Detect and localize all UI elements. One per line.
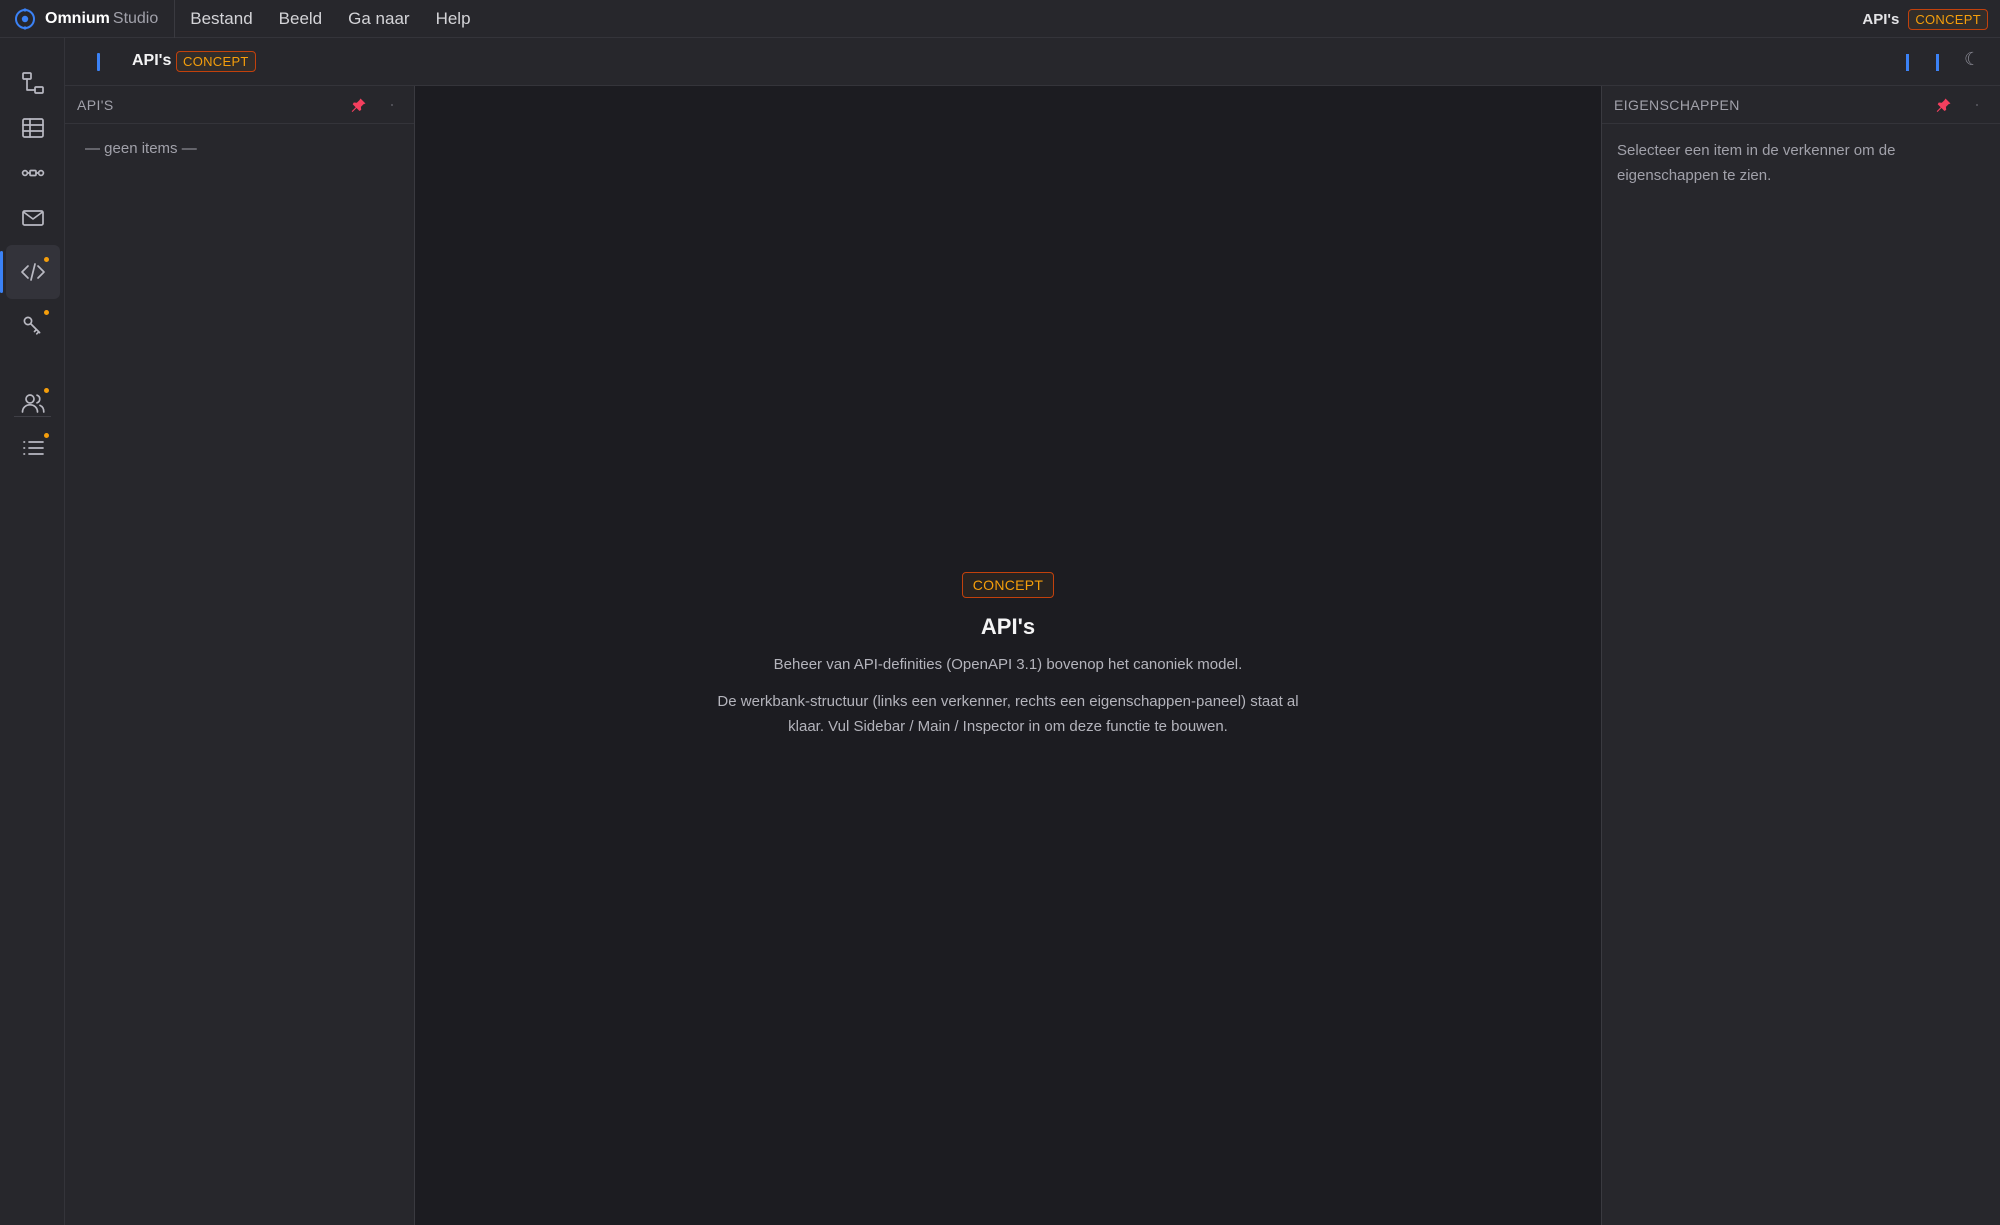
inspector-header: EIGENSCHAPPEN xyxy=(1602,86,2000,124)
unsaved-dot xyxy=(44,388,49,393)
list-icon xyxy=(23,441,44,455)
main-description: Beheer van API-definities (OpenAPI 3.1) … xyxy=(773,656,1243,673)
flow-icon xyxy=(21,169,45,177)
brand-name: Omnium xyxy=(45,9,110,27)
inspector-title: EIGENSCHAPPEN xyxy=(1614,97,1740,113)
menubar-status: API's CONCEPT xyxy=(1862,0,1988,38)
menu-beeld[interactable]: Beeld xyxy=(266,0,335,38)
activity-apis[interactable] xyxy=(0,245,60,299)
menu-bar: Omnium Studio Bestand Beeld Ga naar Help… xyxy=(0,0,2000,38)
panel-menu-dot[interactable] xyxy=(1976,104,1978,106)
main-note: De werkbank-structuur (links een verkenn… xyxy=(717,693,1299,735)
toggle-sidebar-handle[interactable] xyxy=(97,53,100,71)
inspector-panel: EIGENSCHAPPEN Selecteer een item in de v… xyxy=(1601,86,2000,1225)
menu-help[interactable]: Help xyxy=(423,0,484,38)
key-icon xyxy=(23,316,41,335)
explorer-header: API'S xyxy=(65,86,414,124)
menu-ga-naar[interactable]: Ga naar xyxy=(335,0,422,38)
explorer-title: API'S xyxy=(77,97,114,113)
main-title: API's xyxy=(980,614,1036,639)
unsaved-dot xyxy=(44,257,49,262)
activity-list[interactable] xyxy=(6,421,60,475)
pin-icon[interactable] xyxy=(350,96,368,114)
theme-moon-icon[interactable]: ☾ xyxy=(1964,49,1980,70)
activity-bar xyxy=(0,38,65,1225)
activity-keys[interactable] xyxy=(6,298,60,352)
omnium-logo-icon xyxy=(15,7,35,30)
activity-mail[interactable] xyxy=(6,191,60,245)
main-status-badge: CONCEPT xyxy=(961,572,1055,598)
toggle-inspector-handle[interactable] xyxy=(1936,54,1939,71)
table-icon xyxy=(22,118,44,138)
unsaved-dot xyxy=(44,310,49,315)
pin-icon[interactable] xyxy=(1935,96,1953,114)
users-icon xyxy=(21,394,45,413)
status-badge: CONCEPT xyxy=(1908,8,1988,30)
main-content: CONCEPT API's Beheer van API-definities … xyxy=(415,86,1601,1225)
unsaved-dot xyxy=(44,433,49,438)
explorer-empty-text: — geen items — xyxy=(85,140,197,157)
inspector-empty-text: Selecteer een item in de verkenner om de… xyxy=(1617,142,1896,184)
code-icon xyxy=(21,263,45,281)
brand: Omnium Studio xyxy=(0,0,176,38)
current-section-title: API's xyxy=(1862,10,1900,28)
mail-icon xyxy=(22,210,44,226)
hierarchy-icon xyxy=(22,72,44,94)
page-title: API's xyxy=(132,52,172,69)
main-menu: Bestand Beeld Ga naar Help xyxy=(177,0,483,38)
explorer-panel: API'S — geen items — xyxy=(65,86,415,1225)
menu-bestand[interactable]: Bestand xyxy=(177,0,265,38)
placeholder-card: CONCEPT API's Beheer van API-definities … xyxy=(415,572,1601,739)
toggle-panel-handle[interactable] xyxy=(1906,54,1909,71)
panel-menu-dot[interactable] xyxy=(391,104,393,106)
page-status-badge: CONCEPT xyxy=(176,51,256,72)
breadcrumb: API's CONCEPT ☾ xyxy=(65,38,2000,86)
brand-sub: Studio xyxy=(112,9,159,27)
